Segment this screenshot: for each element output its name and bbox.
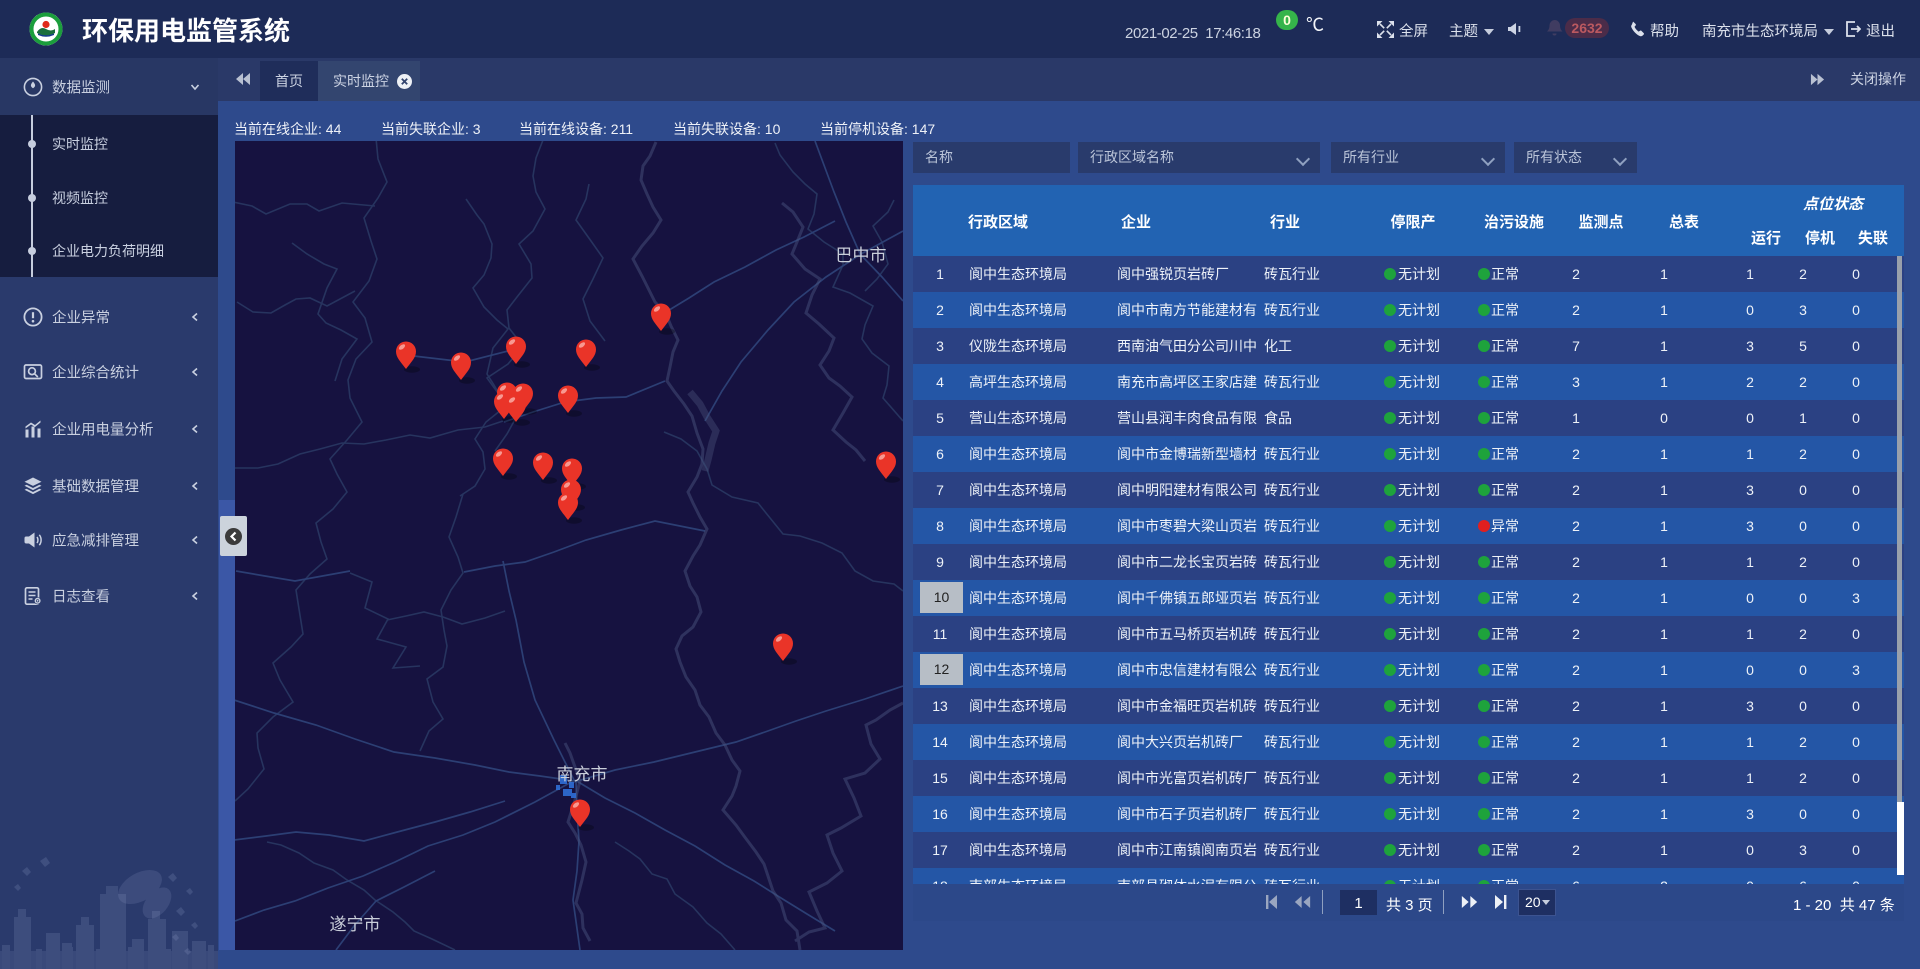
svg-text:南充市: 南充市 bbox=[557, 760, 608, 785]
svg-text:遂宁市: 遂宁市 bbox=[330, 910, 381, 935]
svg-text:巴中市: 巴中市 bbox=[836, 241, 887, 266]
